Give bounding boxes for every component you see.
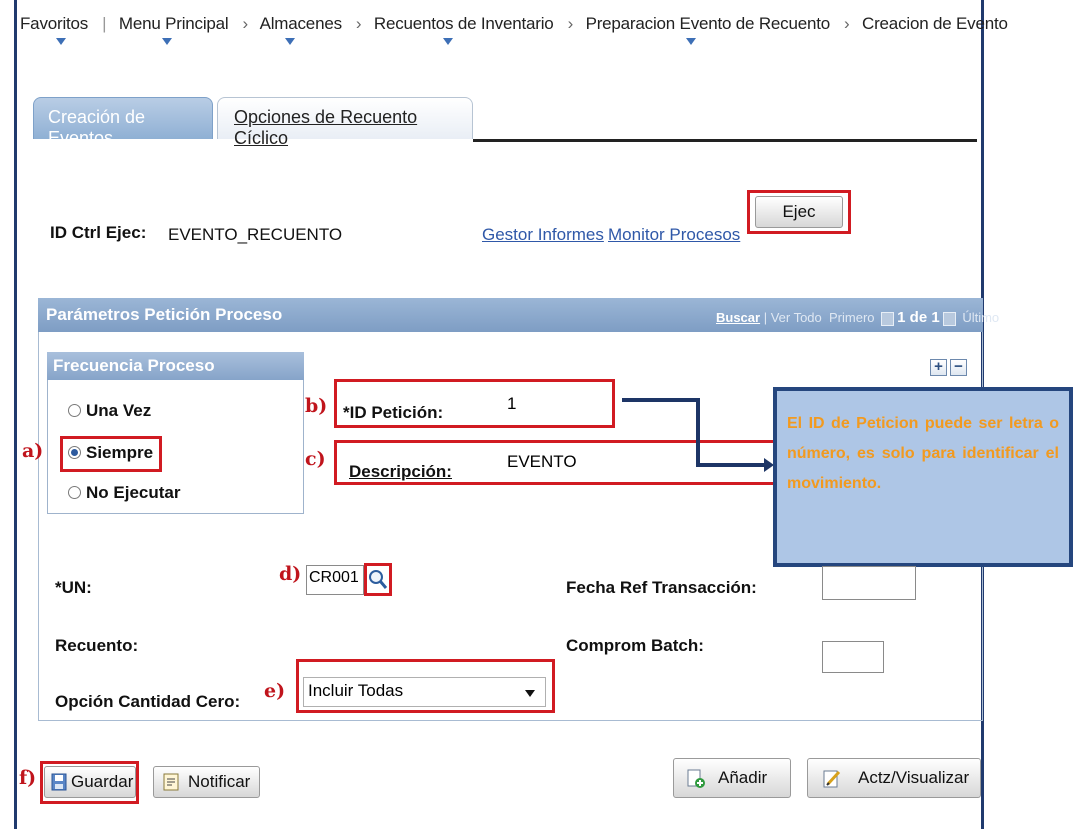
- fecha-ref-label: Fecha Ref Transacción:: [566, 578, 757, 597]
- nav-favoritos[interactable]: Favoritos: [20, 14, 88, 33]
- annotation-d: d): [279, 563, 302, 585]
- panel-title: Parámetros Petición Proceso: [46, 305, 283, 324]
- un-label: *UN:: [55, 578, 92, 597]
- breadcrumb: Favoritos | Menu Principal › Almacenes › Re…: [20, 14, 1008, 33]
- un-input[interactable]: CR001: [306, 565, 364, 595]
- nav-preparacion[interactable]: Preparacion Evento de Recuento: [586, 14, 831, 33]
- nav-recuentos[interactable]: Recuentos de Inventario: [374, 14, 554, 33]
- frequency-title: Frecuencia Proceso: [53, 356, 215, 375]
- comprom-batch-input[interactable]: [822, 641, 884, 673]
- search-link[interactable]: Buscar: [716, 310, 760, 325]
- radio-una-vez[interactable]: [68, 404, 81, 417]
- dropdown-arrow-icon[interactable]: [443, 38, 453, 45]
- prev-arrow-icon[interactable]: [881, 311, 895, 326]
- next-arrow-icon[interactable]: [942, 311, 956, 326]
- zero-qty-label: Opción Cantidad Cero:: [55, 692, 241, 711]
- update-display-label: Actz/Visualizar: [858, 768, 970, 787]
- nav-almacenes[interactable]: Almacenes: [260, 14, 342, 33]
- run-button-highlight: [747, 190, 851, 234]
- add-row-button[interactable]: +: [930, 359, 947, 376]
- annotation-e: e): [264, 680, 286, 702]
- nav-menu-principal[interactable]: Menu Principal: [119, 14, 229, 33]
- first-link[interactable]: Primero: [829, 310, 875, 325]
- view-all-link[interactable]: Ver Todo: [771, 310, 822, 325]
- notify-icon: [163, 773, 179, 796]
- row-count: 1 de 1: [897, 309, 940, 326]
- frequency-header: Frecuencia Proceso: [47, 352, 304, 380]
- connector-line: [696, 463, 766, 467]
- panel-nav: Buscar | Ver Todo Primero 1 de 1 Último: [716, 309, 1000, 326]
- lookup-highlight: [364, 563, 392, 596]
- comprom-batch-label: Comprom Batch:: [566, 636, 704, 655]
- recuento-label: Recuento:: [55, 636, 139, 655]
- save-highlight: [40, 761, 139, 804]
- edit-doc-icon: [822, 769, 842, 794]
- add-button[interactable]: Añadir: [673, 758, 791, 798]
- dropdown-arrow-icon[interactable]: [162, 38, 172, 45]
- annotation-a: a): [22, 440, 44, 462]
- zero-qty-highlight: [296, 659, 555, 713]
- run-control-label: ID Ctrl Ejec:: [50, 223, 147, 242]
- panel-header: Parámetros Petición Proceso Buscar | Ver…: [38, 298, 999, 332]
- update-display-button[interactable]: Actz/Visualizar: [807, 758, 981, 798]
- request-id-highlight: [334, 379, 615, 428]
- run-control-value: EVENTO_RECUENTO: [168, 225, 343, 244]
- info-callout: El ID de Peticion puede ser letra o núme…: [773, 387, 1073, 567]
- radio-no-ejecutar-label: No Ejecutar: [86, 483, 181, 502]
- dropdown-arrow-icon[interactable]: [56, 38, 66, 45]
- radio-una-vez-label: Una Vez: [86, 401, 152, 420]
- add-doc-icon: [686, 769, 706, 794]
- remove-row-button[interactable]: −: [950, 359, 967, 376]
- last-link[interactable]: Último: [962, 310, 999, 325]
- nav-creacion[interactable]: Creacion de Evento: [862, 14, 1008, 33]
- tab-opciones-recuento[interactable]: Opciones de Recuento Cíclico: [217, 97, 473, 148]
- connector-line: [696, 398, 700, 467]
- process-monitor-link[interactable]: Monitor Procesos: [608, 225, 740, 245]
- annotation-b: b): [305, 395, 328, 417]
- report-manager-link[interactable]: Gestor Informes: [482, 225, 604, 245]
- add-label: Añadir: [718, 768, 768, 787]
- connector-line: [622, 398, 700, 402]
- dropdown-arrow-icon[interactable]: [285, 38, 295, 45]
- radio-no-ejecutar[interactable]: [68, 486, 81, 499]
- siempre-highlight: [60, 436, 162, 472]
- notify-label: Notificar: [188, 772, 251, 791]
- fecha-ref-input[interactable]: [822, 566, 916, 600]
- tab-underline: [473, 139, 977, 142]
- annotation-f: f): [19, 767, 37, 789]
- tab-creacion-eventos[interactable]: Creación de Eventos: [33, 97, 213, 148]
- annotation-c: c): [305, 448, 326, 470]
- dropdown-arrow-icon[interactable]: [686, 38, 696, 45]
- notify-button[interactable]: Notificar: [153, 766, 260, 798]
